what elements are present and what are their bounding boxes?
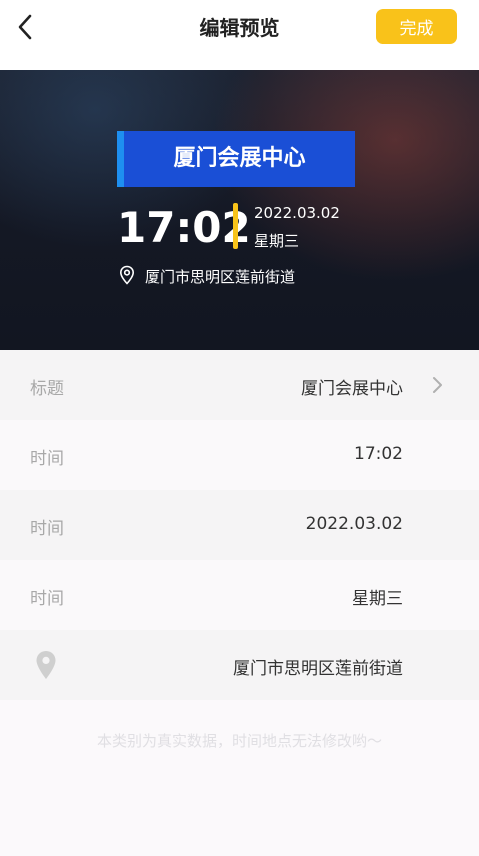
chevron-right-icon[interactable]	[430, 375, 444, 395]
preview-weekday: 星期三	[254, 232, 300, 250]
row-value: 2022.03.02	[305, 514, 403, 534]
row-label: 时间	[30, 589, 64, 609]
done-button[interactable]: 完成	[376, 9, 457, 44]
date-row: 时间 2022.03.02	[0, 490, 479, 560]
row-label: 标题	[30, 379, 64, 399]
time-divider-bar	[233, 203, 238, 249]
location-title-box: 厦门会展中心	[117, 131, 355, 187]
address-row: 厦门市思明区莲前街道	[0, 630, 479, 700]
row-label: 时间	[30, 519, 64, 539]
location-title-stripe	[117, 131, 124, 187]
top-bar: 编辑预览 完成	[0, 0, 479, 70]
location-pin-icon	[36, 651, 56, 679]
preview-date: 2022.03.02	[254, 204, 340, 222]
row-value: 17:02	[354, 444, 403, 464]
row-value: 星期三	[352, 589, 403, 609]
row-label: 时间	[30, 449, 64, 469]
location-title: 厦门会展中心	[173, 146, 306, 171]
footnote-text: 本类别为真实数据，时间地点无法修改哟～	[96, 732, 382, 750]
location-pin-icon	[119, 265, 135, 285]
weekday-row: 时间 星期三	[0, 560, 479, 630]
time-row: 时间 17:02	[0, 420, 479, 490]
preview-address: 厦门市思明区莲前街道	[145, 268, 296, 286]
preview-time: 17:02	[117, 203, 251, 252]
watermark-preview: 厦门会展中心 17:02 2022.03.02 星期三 厦门市思明区莲前街道	[0, 70, 479, 350]
row-value: 厦门市思明区莲前街道	[233, 659, 403, 679]
info-list: 标题 厦门会展中心 时间 17:02 时间 2022.03.02 时间 星期三 …	[0, 350, 479, 700]
title-row[interactable]: 标题 厦门会展中心	[0, 350, 479, 420]
row-value: 厦门会展中心	[301, 379, 403, 399]
